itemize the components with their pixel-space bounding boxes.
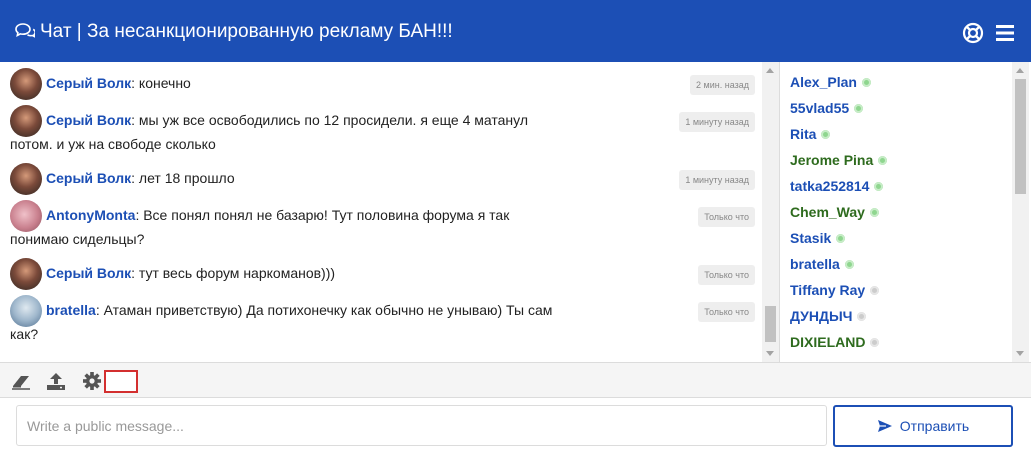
message-separator: : bbox=[131, 265, 139, 281]
message-text-continued: понимаю сидельцы? bbox=[10, 231, 145, 248]
avatar[interactable] bbox=[10, 163, 42, 196]
scroll-up-arrow-icon[interactable] bbox=[1016, 68, 1024, 73]
message-author[interactable]: bratella bbox=[46, 302, 96, 318]
message-timestamp: 2 мин. назад bbox=[690, 75, 755, 95]
status-dot-icon bbox=[857, 311, 867, 321]
scrollbar-thumb[interactable] bbox=[1015, 79, 1026, 194]
chat-message: AntonyMonta: Все понял понял не базарю! … bbox=[10, 199, 755, 249]
user-name[interactable]: 55vlad55 bbox=[790, 100, 849, 116]
message-timestamp: Только что bbox=[698, 302, 755, 322]
eraser-icon[interactable] bbox=[10, 371, 32, 391]
message-list: Серый Волк: конечно 2 мин. назад Серый В… bbox=[0, 62, 762, 362]
gear-icon[interactable] bbox=[81, 371, 103, 391]
message-text: тут весь форум наркоманов))) bbox=[138, 265, 336, 281]
user-name[interactable]: Rita bbox=[790, 126, 816, 142]
avatar[interactable] bbox=[10, 105, 42, 138]
scroll-down-arrow-icon[interactable] bbox=[766, 351, 774, 356]
life-ring-icon[interactable] bbox=[962, 22, 984, 44]
user-list-scrollbar[interactable] bbox=[1012, 62, 1029, 362]
message-composer: Отправить bbox=[0, 398, 1031, 457]
user-name[interactable]: Chem_Way bbox=[790, 204, 865, 220]
user-list-item[interactable]: Tiffany Ray bbox=[790, 280, 880, 300]
user-list-item[interactable]: Chem_Way bbox=[790, 202, 879, 222]
user-list-item[interactable]: Jerome Pina bbox=[790, 150, 888, 170]
message-scrollbar[interactable] bbox=[762, 62, 779, 362]
status-dot-icon bbox=[861, 77, 871, 87]
status-dot-icon bbox=[844, 259, 854, 269]
user-list-item[interactable]: Rita bbox=[790, 124, 831, 144]
user-list-item[interactable]: bratella bbox=[790, 254, 854, 274]
message-text: мы уж все освободились по 12 просидели. … bbox=[138, 112, 529, 128]
user-list-item[interactable]: DIXIELAND bbox=[790, 332, 880, 352]
message-author[interactable]: Серый Волк bbox=[46, 112, 131, 128]
status-dot-icon bbox=[878, 155, 888, 165]
status-dot-icon bbox=[874, 181, 884, 191]
message-toolbar bbox=[0, 362, 1031, 398]
chat-title: Чат | За несанкционированную рекламу БАН… bbox=[40, 21, 453, 42]
user-list-item[interactable]: 55vlad55 bbox=[790, 98, 864, 118]
user-list-item[interactable]: ДУНДЫЧ bbox=[790, 306, 867, 326]
user-list: Alex_Plan 55vlad55 Rita Jerome Pina tatk… bbox=[780, 62, 1012, 362]
chat-message: Серый Волк: конечно 2 мин. назад bbox=[10, 67, 755, 101]
send-button-label: Отправить bbox=[899, 418, 970, 434]
message-author[interactable]: Серый Волк bbox=[46, 75, 131, 91]
user-name[interactable]: Jerome Pina bbox=[790, 152, 873, 168]
message-timestamp: Только что bbox=[698, 265, 755, 285]
chat-message: Серый Волк: мы уж все освободились по 12… bbox=[10, 104, 755, 154]
user-name[interactable]: DIXIELAND bbox=[790, 334, 865, 350]
status-dot-icon bbox=[870, 285, 880, 295]
message-timestamp: 1 минуту назад bbox=[679, 170, 755, 190]
chat-message: Серый Волк: лет 18 прошло 1 минуту назад bbox=[10, 162, 755, 196]
emoji-picker-button[interactable] bbox=[104, 370, 138, 393]
avatar[interactable] bbox=[10, 200, 42, 233]
message-text-continued: потом. и уж на свободе сколько bbox=[10, 136, 216, 153]
message-timestamp: Только что bbox=[698, 207, 755, 227]
message-separator: : bbox=[131, 112, 139, 128]
message-text: Все понял понял не базарю! Тут половина … bbox=[143, 207, 510, 223]
comments-icon bbox=[15, 23, 35, 38]
message-text: Атаман приветствую) Да потихонечку как о… bbox=[103, 302, 553, 318]
hamburger-menu-icon[interactable] bbox=[995, 24, 1015, 42]
user-list-item[interactable]: Stasik bbox=[790, 228, 846, 248]
message-separator: : bbox=[131, 75, 139, 91]
chat-header: Чат | За несанкционированную рекламу БАН… bbox=[0, 0, 1031, 62]
chat-message: bratella: Атаман приветствую) Да потихон… bbox=[10, 294, 755, 344]
message-text-continued: как? bbox=[10, 326, 39, 343]
scroll-up-arrow-icon[interactable] bbox=[766, 68, 774, 73]
message-author[interactable]: Серый Волк bbox=[46, 170, 131, 186]
user-name[interactable]: Alex_Plan bbox=[790, 74, 857, 90]
user-list-item[interactable]: tatka252814 bbox=[790, 176, 884, 196]
scrollbar-thumb[interactable] bbox=[765, 306, 776, 342]
status-dot-icon bbox=[870, 337, 880, 347]
message-timestamp: 1 минуту назад bbox=[679, 112, 755, 132]
user-name[interactable]: tatka252814 bbox=[790, 178, 869, 194]
avatar[interactable] bbox=[10, 258, 42, 291]
user-name[interactable]: bratella bbox=[790, 256, 840, 272]
scroll-down-arrow-icon[interactable] bbox=[1016, 351, 1024, 356]
send-button[interactable]: Отправить bbox=[833, 405, 1013, 447]
status-dot-icon bbox=[836, 233, 846, 243]
avatar[interactable] bbox=[10, 68, 42, 101]
paper-plane-icon bbox=[877, 420, 892, 432]
message-text: конечно bbox=[138, 75, 191, 91]
message-text: лет 18 прошло bbox=[138, 170, 235, 186]
upload-icon[interactable] bbox=[45, 371, 67, 391]
message-author[interactable]: Серый Волк bbox=[46, 265, 131, 281]
user-name[interactable]: Stasik bbox=[790, 230, 831, 246]
avatar[interactable] bbox=[10, 295, 42, 328]
user-name[interactable]: Tiffany Ray bbox=[790, 282, 865, 298]
chat-message: Серый Волк: тут весь форум наркоманов)))… bbox=[10, 257, 755, 291]
user-name[interactable]: ДУНДЫЧ bbox=[790, 308, 852, 324]
user-list-item[interactable]: Alex_Plan bbox=[790, 72, 871, 92]
message-input[interactable] bbox=[16, 405, 827, 446]
status-dot-icon bbox=[854, 103, 864, 113]
message-author[interactable]: AntonyMonta bbox=[46, 207, 135, 223]
message-separator: : bbox=[95, 302, 104, 318]
message-separator: : bbox=[131, 170, 139, 186]
status-dot-icon bbox=[869, 207, 879, 217]
status-dot-icon bbox=[821, 129, 831, 139]
